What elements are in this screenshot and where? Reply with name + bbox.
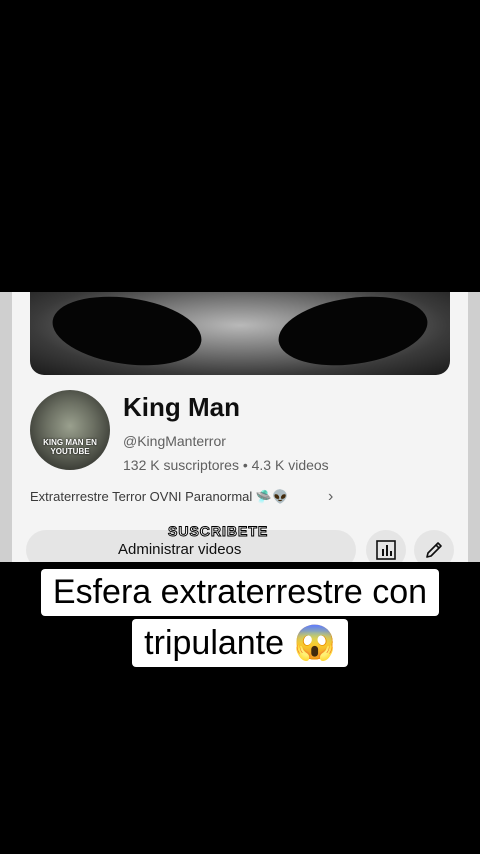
channel-name: King Man [123, 392, 240, 422]
channel-panel: KING MAN EN YOUTUBE King Man @KingManter… [0, 292, 480, 562]
manage-videos-label: Administrar videos [118, 541, 242, 558]
edit-button[interactable] [414, 530, 454, 562]
banner-eye-left [48, 292, 206, 375]
avatar[interactable]: KING MAN EN YOUTUBE [30, 390, 110, 470]
analytics-button[interactable] [366, 530, 406, 562]
banner-eye-right [274, 292, 432, 375]
caption-line-2: tripulante 😱 [0, 619, 480, 667]
pencil-icon [426, 542, 442, 558]
subscribe-sticker: SUSCRIBETE [167, 523, 269, 540]
channel-banner [30, 292, 450, 375]
channel-description[interactable]: Extraterrestre Terror OVNI Paranormal 🛸👽 [30, 489, 288, 505]
panel-edge-left [0, 292, 12, 562]
caption-line-1-text: Esfera extraterrestre con [40, 569, 440, 616]
chevron-right-icon[interactable]: › [328, 488, 333, 506]
bar-chart-icon [376, 540, 396, 560]
caption-line-1: Esfera extraterrestre con [0, 569, 480, 616]
panel-edge-right [468, 292, 480, 562]
channel-description-text: Extraterrestre Terror OVNI Paranormal 🛸👽 [30, 489, 289, 504]
channel-stats: 132 K suscriptores • 4.3 K videos [123, 457, 329, 473]
channel-handle: @KingManterror [123, 433, 226, 449]
caption-line-2-text: tripulante 😱 [132, 619, 348, 667]
avatar-text: KING MAN EN YOUTUBE [43, 438, 97, 456]
